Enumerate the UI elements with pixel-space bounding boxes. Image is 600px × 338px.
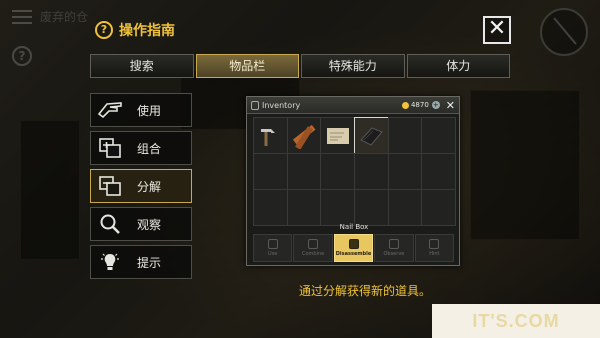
watermark: IT'S.COM	[432, 304, 600, 338]
inventory-slot[interactable]	[320, 117, 355, 154]
paper-note-icon	[326, 127, 349, 144]
tab-special-ability[interactable]: 特殊能力	[301, 54, 405, 78]
inventory-slot[interactable]	[387, 117, 423, 154]
selected-item-name: Nail Box	[339, 223, 369, 231]
inventory-slot[interactable]	[354, 153, 389, 190]
inv-hint-button[interactable]: Hint	[414, 234, 455, 262]
inventory-slot[interactable]	[421, 189, 456, 226]
inv-action-label: Hint	[429, 251, 440, 257]
inventory-slot[interactable]	[421, 117, 456, 154]
disassemble-icon	[348, 239, 359, 249]
combine-icon	[308, 239, 319, 249]
inv-action-label: Observe	[383, 251, 405, 257]
inv-disassemble-button[interactable]: Disassemble	[333, 234, 374, 262]
inventory-header: Inventory 4870 + ✕	[247, 97, 459, 114]
guide-title: 操作指南	[119, 23, 175, 39]
inventory-slot[interactable]	[421, 153, 456, 190]
inventory-slot[interactable]	[354, 189, 389, 226]
inventory-panel: Inventory 4870 + ✕ Nail Box Use Combine …	[246, 96, 460, 266]
inventory-slot-selected[interactable]	[354, 117, 389, 154]
action-observe-button[interactable]: 观察	[90, 207, 192, 241]
inventory-slot[interactable]	[253, 189, 288, 226]
inventory-title: Inventory	[262, 100, 301, 110]
inventory-close-icon[interactable]: ✕	[446, 99, 455, 112]
action-label: 分解	[137, 179, 162, 194]
inventory-slot[interactable]	[320, 189, 355, 226]
close-button[interactable]: ✕	[483, 16, 511, 44]
inventory-slot[interactable]	[286, 117, 322, 154]
action-combine-button[interactable]: 组合	[90, 131, 192, 165]
action-label: 观察	[137, 217, 162, 232]
action-label: 组合	[137, 141, 162, 156]
inventory-slot[interactable]	[286, 189, 322, 226]
tab-stamina[interactable]: 体力	[406, 54, 510, 78]
action-hint-button[interactable]: 提示	[90, 245, 192, 279]
nail-box-icon	[360, 126, 384, 146]
inventory-action-bar: Use Combine Disassemble Observe Hint	[253, 234, 455, 262]
question-icon: ?	[95, 21, 113, 39]
inv-action-label: Use	[268, 251, 278, 257]
guide-hint-text: 通过分解获得新的道具。	[298, 284, 431, 298]
add-money-icon[interactable]: +	[431, 101, 440, 109]
inventory-slot[interactable]	[320, 153, 355, 190]
inv-use-button[interactable]: Use	[253, 234, 293, 262]
inv-action-label: Combine	[301, 251, 325, 257]
hammer-icon	[261, 128, 276, 146]
inventory-slot[interactable]	[387, 153, 423, 190]
lightbulb-icon	[97, 250, 123, 274]
action-label: 提示	[137, 255, 162, 270]
action-label: 使用	[137, 103, 162, 118]
lightbulb-icon	[429, 239, 440, 249]
inventory-slot[interactable]	[253, 153, 288, 190]
bag-icon	[251, 100, 259, 110]
magnifier-icon	[97, 212, 123, 236]
magnifier-icon	[388, 239, 399, 249]
wood-planks-icon	[292, 124, 316, 149]
inventory-slot[interactable]	[387, 189, 423, 226]
inventory-slot[interactable]	[286, 153, 322, 190]
guide-tabs: 搜索 物品栏 特殊能力 体力	[90, 54, 510, 78]
combine-icon	[97, 136, 123, 160]
hand-use-icon	[97, 98, 123, 122]
guide-header: ? 操作指南	[95, 20, 175, 40]
inv-action-label: Disassemble	[335, 251, 372, 257]
tab-search[interactable]: 搜索	[90, 54, 194, 78]
inv-observe-button[interactable]: Observe	[374, 234, 414, 262]
money-amount: 4870	[410, 101, 429, 109]
action-list: 使用 组合 分解 观察 提示	[90, 93, 192, 283]
use-icon	[267, 239, 278, 249]
coin-icon	[401, 101, 409, 109]
action-disassemble-button[interactable]: 分解	[90, 169, 192, 203]
disassemble-icon	[97, 174, 123, 198]
inventory-slot[interactable]	[253, 117, 288, 154]
tab-inventory[interactable]: 物品栏	[195, 54, 299, 78]
inv-combine-button[interactable]: Combine	[293, 234, 333, 262]
action-use-button[interactable]: 使用	[90, 93, 192, 127]
